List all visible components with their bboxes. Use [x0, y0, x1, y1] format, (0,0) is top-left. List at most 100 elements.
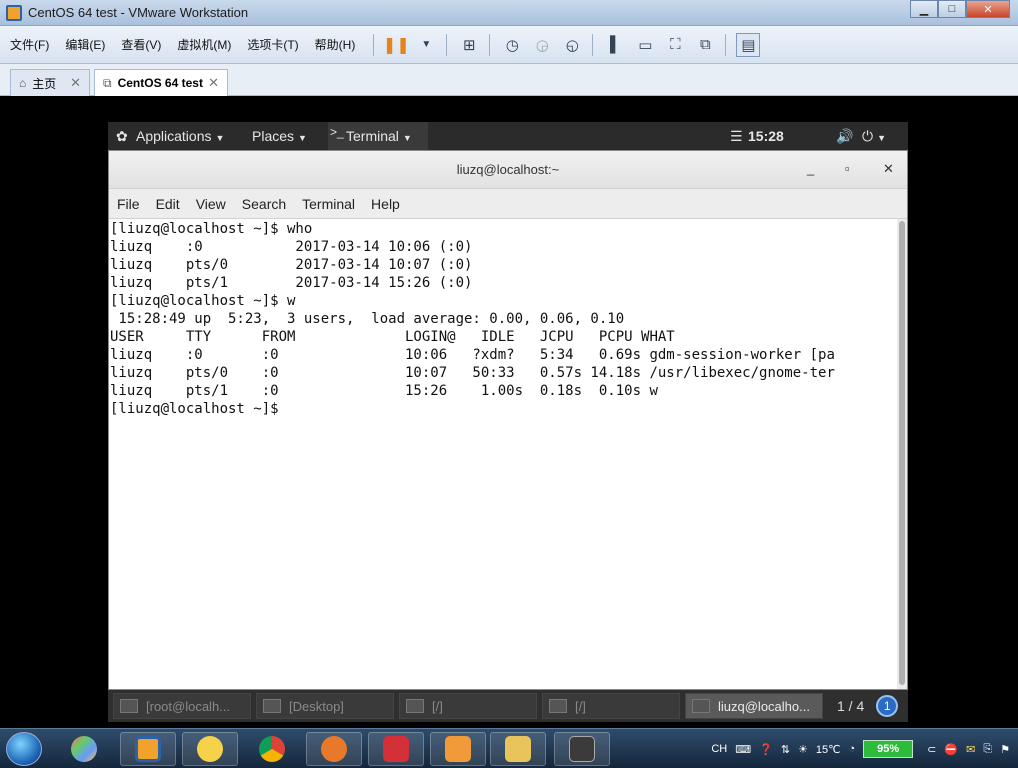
- network-icon[interactable]: ⊞: [457, 33, 481, 57]
- terminal-app-menu[interactable]: Terminal ▼: [346, 128, 412, 144]
- messenger-icon[interactable]: [182, 732, 238, 766]
- terminal-window: liuzq@localhost:~ _ ▫ ✕ File Edit View S…: [108, 150, 908, 690]
- menu-file[interactable]: 文件(F): [10, 36, 49, 53]
- flag-icon[interactable]: ⚑: [1000, 743, 1010, 756]
- snapshot-manager-icon[interactable]: ◵: [560, 33, 584, 57]
- terminal-headerbar: liuzq@localhost:~ _ ▫ ✕: [109, 151, 907, 189]
- workspace-indicator[interactable]: 1 / 4: [829, 698, 872, 714]
- vm-icon: ⧉: [103, 75, 112, 90]
- start-button[interactable]: [6, 732, 42, 766]
- scrollbar-thumb[interactable]: [899, 221, 905, 685]
- battery-indicator[interactable]: 95%: [863, 740, 914, 758]
- tab-centos[interactable]: ⧉ CentOS 64 test ✕: [94, 69, 228, 96]
- toolbar-separator: [373, 33, 375, 56]
- window-list-item[interactable]: [root@localh...: [113, 693, 251, 719]
- snapshot-icon[interactable]: ◷: [500, 33, 524, 57]
- terminal-output[interactable]: [liuzq@localhost ~]$ who liuzq :0 2017-0…: [109, 219, 897, 689]
- keyboard-icon[interactable]: ⌨: [735, 743, 751, 756]
- terminal-app-icon: >_: [330, 125, 344, 139]
- toolbar-separator: [592, 33, 594, 56]
- terminal-title: liuzq@localhost:~: [456, 162, 560, 177]
- vmware-titlebar: CentOS 64 test - VMware Workstation ▁ □ …: [0, 0, 1018, 26]
- xmind-icon[interactable]: [368, 732, 424, 766]
- system-tray: CH ⌨ ❓ ⇅ ☀ 15℃ ◔ 95% ⊂ ⛔ ✉ ⎘ ⚑: [711, 729, 1018, 768]
- chrome-icon[interactable]: [244, 732, 300, 766]
- toolbar-separator: [725, 33, 727, 56]
- menu-vm[interactable]: 虚拟机(M): [177, 36, 231, 53]
- window-title: CentOS 64 test - VMware Workstation: [28, 5, 249, 20]
- tab-centos-label: CentOS 64 test: [117, 76, 203, 90]
- thumbnail-icon[interactable]: ▤: [736, 32, 761, 57]
- window-thumb-icon: [120, 699, 138, 713]
- window-list-item-active[interactable]: liuzq@localho...: [685, 693, 823, 719]
- window-thumb-icon: [406, 699, 424, 713]
- view-library-icon[interactable]: ▌: [603, 33, 627, 57]
- clock-icon: ☰: [730, 128, 743, 144]
- foxmail-icon[interactable]: [306, 732, 362, 766]
- toolbar-separator: [446, 33, 448, 56]
- close-tab-icon[interactable]: ✕: [208, 75, 219, 91]
- snapshot-revert-icon[interactable]: ◶: [530, 33, 554, 57]
- terminal-maximize-button[interactable]: ▫: [845, 161, 850, 176]
- applications-menu[interactable]: Applications ▼: [136, 128, 224, 144]
- terminal-menu-view[interactable]: View: [196, 196, 226, 212]
- workspace-badge[interactable]: 1: [876, 695, 899, 717]
- terminal-menu-file[interactable]: File: [117, 196, 140, 212]
- unity-icon[interactable]: ⧉: [693, 33, 717, 57]
- help-icon[interactable]: ❓: [759, 743, 773, 756]
- power-icon[interactable]: ⏻ ▼: [862, 128, 886, 145]
- weather-icon: ☀: [798, 743, 808, 756]
- menu-view[interactable]: 查看(V): [121, 36, 161, 53]
- home-icon: ⌂: [19, 76, 27, 90]
- usb-icon[interactable]: ⎘: [983, 743, 992, 756]
- window-list-item[interactable]: [Desktop]: [256, 693, 394, 719]
- sublime-icon[interactable]: [554, 732, 610, 766]
- chat-icon[interactable]: ✉: [966, 743, 975, 756]
- places-menu[interactable]: Places ▼: [252, 128, 307, 144]
- window-list-item[interactable]: [/]: [542, 693, 680, 719]
- windows-taskbar: CH ⌨ ❓ ⇅ ☀ 15℃ ◔ 95% ⊂ ⛔ ✉ ⎘ ⚑: [0, 728, 1018, 768]
- folder-icon[interactable]: [490, 732, 546, 766]
- close-button[interactable]: ✕: [966, 0, 1010, 18]
- network-tray-icon[interactable]: ⇅: [781, 743, 790, 756]
- briefcase-icon[interactable]: [430, 732, 486, 766]
- tab-home[interactable]: ⌂ 主页 ✕: [10, 69, 90, 96]
- temperature[interactable]: 15℃: [816, 743, 841, 756]
- clock[interactable]: 15:28: [748, 128, 784, 144]
- window-thumb-icon: [263, 699, 281, 713]
- terminal-menu-edit[interactable]: Edit: [156, 196, 180, 212]
- terminal-scrollbar[interactable]: [897, 219, 907, 689]
- vmware-icon[interactable]: [120, 732, 176, 766]
- view-console-icon[interactable]: ▭: [633, 33, 657, 57]
- pause-icon[interactable]: ❚❚: [383, 33, 410, 57]
- window-list-item[interactable]: [/]: [399, 693, 537, 719]
- menu-edit[interactable]: 编辑(E): [65, 36, 105, 53]
- volume-icon[interactable]: 🔊: [836, 128, 853, 145]
- explorer-icon[interactable]: [56, 732, 112, 766]
- minimize-button[interactable]: ▁: [910, 0, 938, 18]
- terminal-thumb-icon: [692, 699, 710, 713]
- tab-home-label: 主页: [32, 76, 57, 91]
- terminal-close-button[interactable]: ✕: [883, 161, 894, 177]
- menu-tabs[interactable]: 选项卡(T): [247, 36, 298, 53]
- wifi-icon[interactable]: ◔: [849, 743, 856, 755]
- maximize-button[interactable]: □: [938, 0, 966, 18]
- terminal-menu-search[interactable]: Search: [242, 196, 286, 212]
- window-thumb-icon: [549, 699, 567, 713]
- ime-indicator[interactable]: CH: [711, 743, 727, 755]
- terminal-menu-terminal[interactable]: Terminal: [302, 196, 355, 212]
- gnome-window-list: [root@localh... [Desktop] [/] [/] liuzq@…: [108, 690, 908, 722]
- power-plug-icon[interactable]: ⊂: [927, 743, 936, 756]
- terminal-minimize-button[interactable]: _: [807, 161, 814, 176]
- vmware-tab-bar: ⌂ 主页 ✕ ⧉ CentOS 64 test ✕: [0, 64, 1018, 96]
- blocked-icon[interactable]: ⛔: [944, 743, 958, 756]
- close-tab-icon[interactable]: ✕: [70, 75, 81, 91]
- gnome-top-bar: ✿ Applications ▼ Places ▼ >_ Terminal ▼ ☰ 1…: [108, 122, 908, 150]
- menu-help[interactable]: 帮助(H): [315, 36, 356, 53]
- fullscreen-icon[interactable]: ⛶: [663, 33, 687, 57]
- vmware-app-icon: [6, 5, 22, 21]
- dropdown-icon[interactable]: ▼: [414, 33, 438, 57]
- terminal-menubar: File Edit View Search Terminal Help: [109, 189, 907, 219]
- vmware-menubar: 文件(F) 编辑(E) 查看(V) 虚拟机(M) 选项卡(T) 帮助(H) ❚❚…: [0, 26, 1018, 64]
- terminal-menu-help[interactable]: Help: [371, 196, 400, 212]
